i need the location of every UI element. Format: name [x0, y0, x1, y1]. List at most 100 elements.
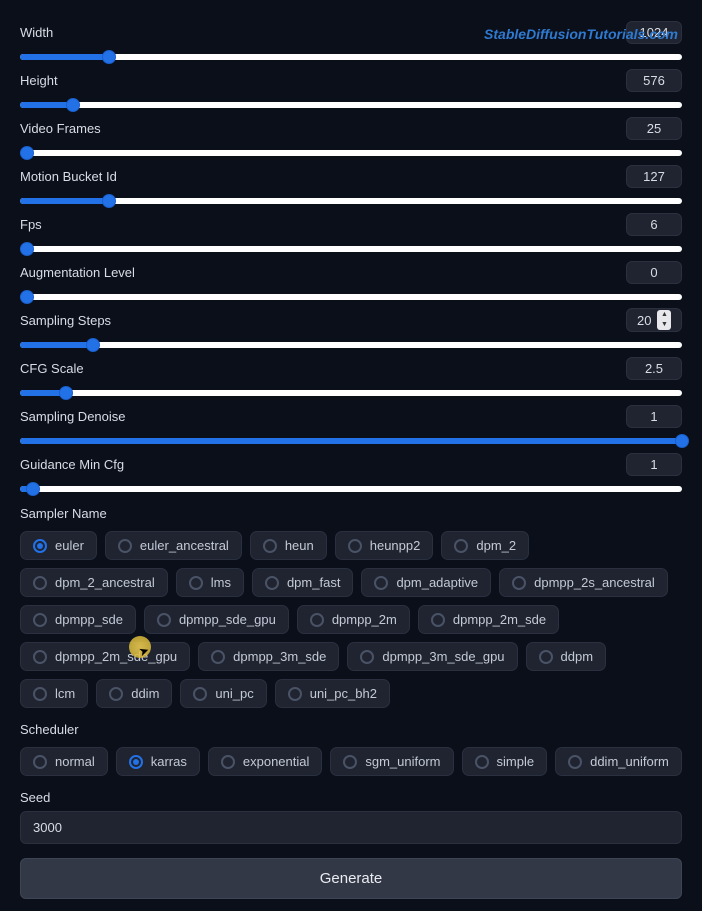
sampling_denoise-value[interactable]: 1: [626, 405, 682, 428]
height-value[interactable]: 576: [626, 69, 682, 92]
height-slider[interactable]: [20, 102, 682, 108]
scheduler-option-simple[interactable]: simple: [462, 747, 548, 776]
radio-dot-icon: [475, 755, 489, 769]
seed-input[interactable]: 3000: [20, 811, 682, 844]
fps-row: Fps 6: [20, 212, 682, 252]
radio-dot-icon: [193, 687, 207, 701]
sampler-option-ddpm[interactable]: ddpm: [526, 642, 607, 671]
sampler-option-dpm_adaptive[interactable]: dpm_adaptive: [361, 568, 491, 597]
scheduler-label: Scheduler: [20, 722, 682, 737]
sampler-option-dpm_2_ancestral[interactable]: dpm_2_ancestral: [20, 568, 168, 597]
radio-dot-icon: [265, 576, 279, 590]
sampler-option-dpmpp_2m_sde[interactable]: dpmpp_2m_sde: [418, 605, 559, 634]
sampler-option-euler[interactable]: euler: [20, 531, 97, 560]
radio-dot-icon: [33, 687, 47, 701]
scheduler-option-sgm_uniform[interactable]: sgm_uniform: [330, 747, 453, 776]
sampler-option-lms[interactable]: lms: [176, 568, 244, 597]
radio-dot-icon: [109, 687, 123, 701]
radio-dot-icon: [348, 539, 362, 553]
height-label: Height: [20, 73, 58, 88]
radio-dot-icon: [118, 539, 132, 553]
sampler-option-dpmpp_2m[interactable]: dpmpp_2m: [297, 605, 410, 634]
radio-dot-icon: [263, 539, 277, 553]
radio-dot-icon: [454, 539, 468, 553]
sampler-option-ddim[interactable]: ddim: [96, 679, 172, 708]
sampler-option-dpmpp_2m_sde_gpu[interactable]: dpmpp_2m_sde_gpu: [20, 642, 190, 671]
scheduler-radio-group: normal karras exponentialsgm_uniform simple…: [20, 747, 682, 776]
radio-dot-icon: [360, 650, 374, 664]
motion_bucket-label: Motion Bucket Id: [20, 169, 117, 184]
cfg_scale-label: CFG Scale: [20, 361, 84, 376]
radio-dot-icon: [343, 755, 357, 769]
video_frames-value[interactable]: 25: [626, 117, 682, 140]
height-row: Height 576: [20, 68, 682, 108]
fps-value[interactable]: 6: [626, 213, 682, 236]
fps-slider[interactable]: [20, 246, 682, 252]
guidance_min_cfg-label: Guidance Min Cfg: [20, 457, 124, 472]
sampler-option-lcm[interactable]: lcm: [20, 679, 88, 708]
cfg_scale-row: CFG Scale 2.5: [20, 356, 682, 396]
motion_bucket-row: Motion Bucket Id 127: [20, 164, 682, 204]
cfg_scale-slider[interactable]: [20, 390, 682, 396]
sampling_denoise-row: Sampling Denoise 1: [20, 404, 682, 444]
video_frames-label: Video Frames: [20, 121, 101, 136]
video_frames-slider[interactable]: [20, 150, 682, 156]
sampling_steps-stepper[interactable]: ▲▼: [657, 310, 671, 330]
radio-dot-icon: [431, 613, 445, 627]
radio-dot-icon: [512, 576, 526, 590]
sampler-option-uni_pc_bh2[interactable]: uni_pc_bh2: [275, 679, 390, 708]
motion_bucket-value[interactable]: 127: [626, 165, 682, 188]
sampling_denoise-slider[interactable]: [20, 438, 682, 444]
sampler-option-dpmpp_2s_ancestral[interactable]: dpmpp_2s_ancestral: [499, 568, 668, 597]
sampler-option-dpm_2[interactable]: dpm_2: [441, 531, 529, 560]
sampler-option-euler_ancestral[interactable]: euler_ancestral: [105, 531, 242, 560]
sampling_steps-slider[interactable]: [20, 342, 682, 348]
sampler-option-heun[interactable]: heun: [250, 531, 327, 560]
radio-dot-icon: [157, 613, 171, 627]
radio-dot-icon: [33, 650, 47, 664]
sampler-option-heunpp2[interactable]: heunpp2: [335, 531, 434, 560]
aug_level-row: Augmentation Level 0: [20, 260, 682, 300]
cfg_scale-value[interactable]: 2.5: [626, 357, 682, 380]
guidance_min_cfg-row: Guidance Min Cfg 1: [20, 452, 682, 492]
scheduler-option-karras[interactable]: karras: [116, 747, 200, 776]
sampler-option-dpm_fast[interactable]: dpm_fast: [252, 568, 353, 597]
sampling_steps-row: Sampling Steps 20▲▼: [20, 308, 682, 348]
motion_bucket-slider[interactable]: [20, 198, 682, 204]
radio-dot-icon: [189, 576, 203, 590]
sampling_denoise-label: Sampling Denoise: [20, 409, 126, 424]
width-slider[interactable]: [20, 54, 682, 60]
sampler-name-label: Sampler Name: [20, 506, 682, 521]
radio-dot-icon: [539, 650, 553, 664]
width-label: Width: [20, 25, 53, 40]
guidance_min_cfg-slider[interactable]: [20, 486, 682, 492]
aug_level-label: Augmentation Level: [20, 265, 135, 280]
sampler-option-dpmpp_sde_gpu[interactable]: dpmpp_sde_gpu: [144, 605, 289, 634]
guidance_min_cfg-value[interactable]: 1: [626, 453, 682, 476]
radio-dot-icon: [33, 539, 47, 553]
radio-dot-icon: [374, 576, 388, 590]
generate-button[interactable]: Generate: [20, 858, 682, 899]
seed-label: Seed: [20, 790, 682, 805]
radio-dot-icon: [288, 687, 302, 701]
sampler-option-dpmpp_3m_sde_gpu[interactable]: dpmpp_3m_sde_gpu: [347, 642, 517, 671]
sampler-option-dpmpp_sde[interactable]: dpmpp_sde: [20, 605, 136, 634]
watermark: StableDiffusionTutorials.com: [484, 26, 678, 42]
sampler-option-dpmpp_3m_sde[interactable]: dpmpp_3m_sde: [198, 642, 339, 671]
radio-dot-icon: [568, 755, 582, 769]
scheduler-option-normal[interactable]: normal: [20, 747, 108, 776]
sampling_steps-label: Sampling Steps: [20, 313, 111, 328]
radio-dot-icon: [221, 755, 235, 769]
scheduler-option-ddim_uniform[interactable]: ddim_uniform: [555, 747, 682, 776]
sampling_steps-value[interactable]: 20▲▼: [626, 308, 682, 332]
radio-dot-icon: [129, 755, 143, 769]
radio-dot-icon: [310, 613, 324, 627]
aug_level-value[interactable]: 0: [626, 261, 682, 284]
video_frames-row: Video Frames 25: [20, 116, 682, 156]
radio-dot-icon: [33, 576, 47, 590]
aug_level-slider[interactable]: [20, 294, 682, 300]
scheduler-option-exponential[interactable]: exponential: [208, 747, 323, 776]
sampler-option-uni_pc[interactable]: uni_pc: [180, 679, 266, 708]
fps-label: Fps: [20, 217, 42, 232]
radio-dot-icon: [33, 613, 47, 627]
